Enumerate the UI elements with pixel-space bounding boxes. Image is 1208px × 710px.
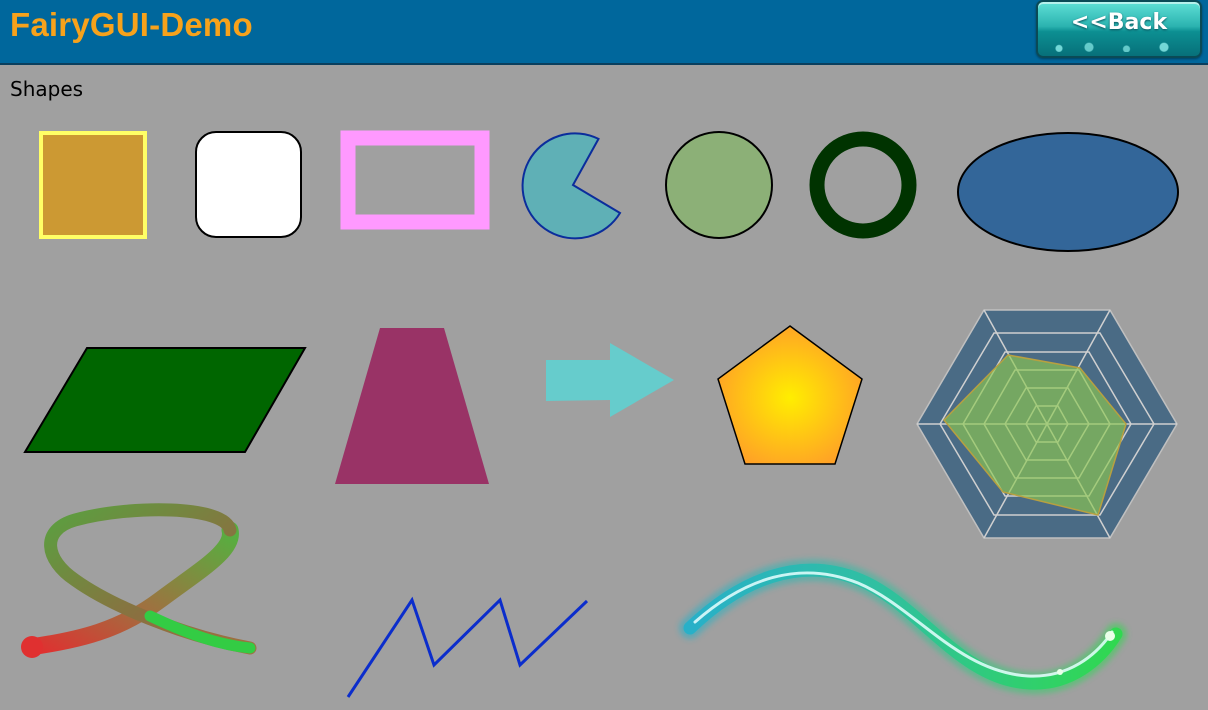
shapes-canvas (21, 130, 1179, 698)
circle-shape (665, 131, 773, 239)
hollow-rectangle-shape (340, 130, 490, 230)
glow-curve (679, 559, 1127, 695)
ring-shape (809, 131, 917, 239)
filled-square-shape (39, 131, 147, 239)
rounded-rectangle-shape (195, 131, 302, 238)
zigzag-line (346, 596, 589, 698)
gradient-stroke-line (21, 503, 257, 658)
arrow-shape (546, 343, 674, 417)
pentagon-shape (717, 325, 863, 465)
ellipse-shape (957, 132, 1179, 252)
radar-chart (916, 309, 1178, 539)
parallelogram-shape (23, 347, 307, 453)
pie-sector-shape (521, 132, 622, 240)
trapezoid-shape (335, 328, 489, 484)
